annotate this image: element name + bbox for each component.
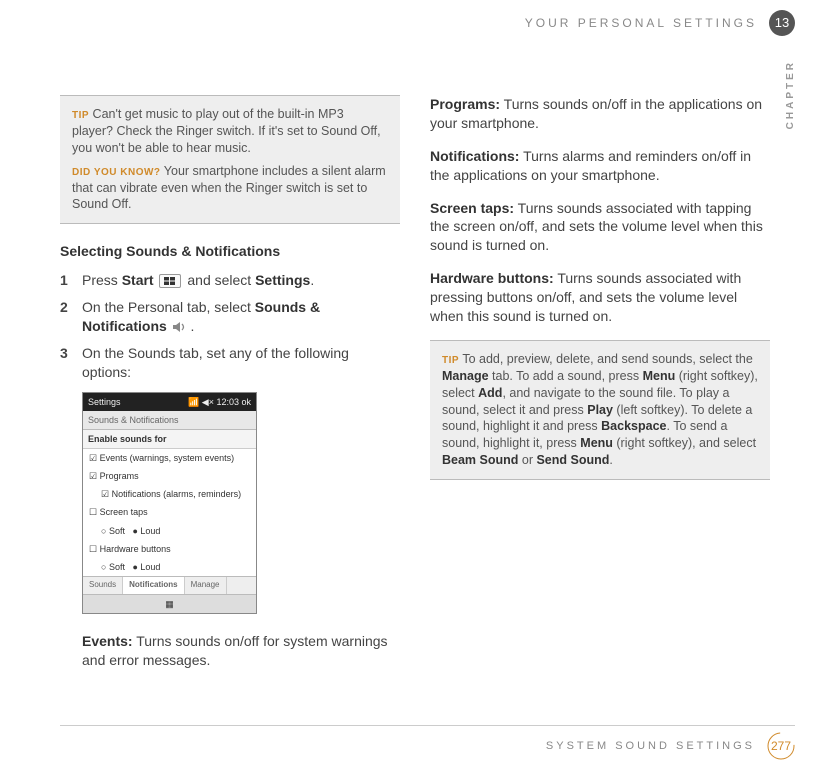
mock-row-programs: Programs xyxy=(83,467,256,485)
mock-row-events: Events (warnings, system events) xyxy=(83,449,256,467)
step-text: . xyxy=(310,272,314,288)
device-screenshot: Settings 📶 ◀× 12:03 ok Sounds & Notifica… xyxy=(82,392,257,614)
mock-radio-loud: Loud xyxy=(132,562,160,572)
chapter-side-label: CHAPTER xyxy=(784,60,798,129)
option-label: Notifications: xyxy=(430,148,519,164)
mock-tab-notifications: Notifications xyxy=(123,577,184,594)
tip-bold: Manage xyxy=(442,369,489,383)
steps-list: 1 Press Start and select Settings. 2 On … xyxy=(60,271,400,381)
tip-bold: Send Sound xyxy=(536,453,609,467)
tip-bold: Backspace xyxy=(601,419,666,433)
mock-radio-soft: Soft xyxy=(101,526,125,536)
step-text: and select xyxy=(187,272,255,288)
tip-box-1: TIP Can't get music to play out of the b… xyxy=(60,95,400,224)
hardware-paragraph: Hardware buttons: Turns sounds associate… xyxy=(430,269,770,326)
option-label: Events: xyxy=(82,633,133,649)
tip-bold: Add xyxy=(478,386,502,400)
tip-text: tab. To add a sound, press xyxy=(489,369,643,383)
tip-label: TIP xyxy=(72,110,89,121)
mock-subhead: Enable sounds for xyxy=(83,430,256,449)
mock-row-hardware-radios: Soft Loud xyxy=(83,558,256,576)
step-number: 1 xyxy=(60,271,82,290)
option-label: Hardware buttons: xyxy=(430,270,554,286)
tip-text: Can't get music to play out of the built… xyxy=(72,107,381,155)
page-footer: SYSTEM SOUND SETTINGS 277 xyxy=(60,725,795,760)
step-number: 3 xyxy=(60,344,82,363)
right-column: Programs: Turns sounds on/off in the app… xyxy=(430,95,770,684)
step-bold: Settings xyxy=(255,272,310,288)
notifications-paragraph: Notifications: Turns alarms and reminder… xyxy=(430,147,770,185)
mock-app-title: Settings xyxy=(88,396,121,408)
start-icon xyxy=(159,274,181,288)
page-header: YOUR PERSONAL SETTINGS 13 xyxy=(525,10,795,36)
left-column: TIP Can't get music to play out of the b… xyxy=(60,95,400,684)
step-3: 3 On the Sounds tab, set any of the foll… xyxy=(60,344,400,382)
step-text: . xyxy=(187,318,195,334)
mock-radio-soft: Soft xyxy=(101,562,125,572)
page-number: 277 xyxy=(771,738,791,754)
mock-row-hardware: Hardware buttons xyxy=(83,540,256,558)
tip-text: To add, preview, delete, and send sounds… xyxy=(462,352,752,366)
step-text: On the Sounds tab, set any of the follow… xyxy=(82,344,400,382)
step-text: Press xyxy=(82,272,122,288)
option-label: Screen taps: xyxy=(430,200,514,216)
tip-text: (right softkey), and select xyxy=(613,436,756,450)
section-heading: Selecting Sounds & Notifications xyxy=(60,242,400,261)
programs-paragraph: Programs: Turns sounds on/off in the app… xyxy=(430,95,770,133)
speaker-icon xyxy=(171,320,187,334)
mock-tab-sounds: Sounds xyxy=(83,577,123,594)
content-columns: TIP Can't get music to play out of the b… xyxy=(60,95,770,684)
mock-tab-manage: Manage xyxy=(185,577,227,594)
step-number: 2 xyxy=(60,298,82,317)
step-bold: Start xyxy=(122,272,154,288)
option-label: Programs: xyxy=(430,96,500,112)
page-number-badge: 277 xyxy=(767,732,795,760)
tip-box-2: TIP To add, preview, delete, and send so… xyxy=(430,340,770,480)
step-2: 2 On the Personal tab, select Sounds & N… xyxy=(60,298,400,336)
tip-text: . xyxy=(609,453,612,467)
mock-row-screentaps: Screen taps xyxy=(83,503,256,521)
mock-tabs: Sounds Notifications Manage xyxy=(83,576,256,594)
tip-text: or xyxy=(518,453,536,467)
mock-status-icons: 📶 ◀× 12:03 ok xyxy=(188,396,251,408)
footer-title: SYSTEM SOUND SETTINGS xyxy=(546,739,755,754)
tip-bold: Play xyxy=(587,403,613,417)
screentaps-paragraph: Screen taps: Turns sounds associated wit… xyxy=(430,199,770,256)
header-title: YOUR PERSONAL SETTINGS xyxy=(525,15,757,31)
mock-screen-title: Sounds & Notifications xyxy=(83,411,256,430)
tip-bold: Menu xyxy=(580,436,613,450)
tip-bold: Beam Sound xyxy=(442,453,518,467)
tip-label: TIP xyxy=(442,355,459,366)
events-paragraph: Events: Turns sounds on/off for system w… xyxy=(60,632,400,670)
mock-row-screentaps-radios: Soft Loud xyxy=(83,522,256,540)
step-1: 1 Press Start and select Settings. xyxy=(60,271,400,290)
mock-keyboard-button: ▦ xyxy=(83,594,256,613)
step-text: On the Personal tab, select xyxy=(82,299,255,315)
mock-row-notifications: Notifications (alarms, reminders) xyxy=(83,485,256,503)
did-you-know-label: DID YOU KNOW? xyxy=(72,167,161,178)
mock-radio-loud: Loud xyxy=(132,526,160,536)
chapter-number-badge: 13 xyxy=(769,10,795,36)
tip-bold: Menu xyxy=(643,369,676,383)
